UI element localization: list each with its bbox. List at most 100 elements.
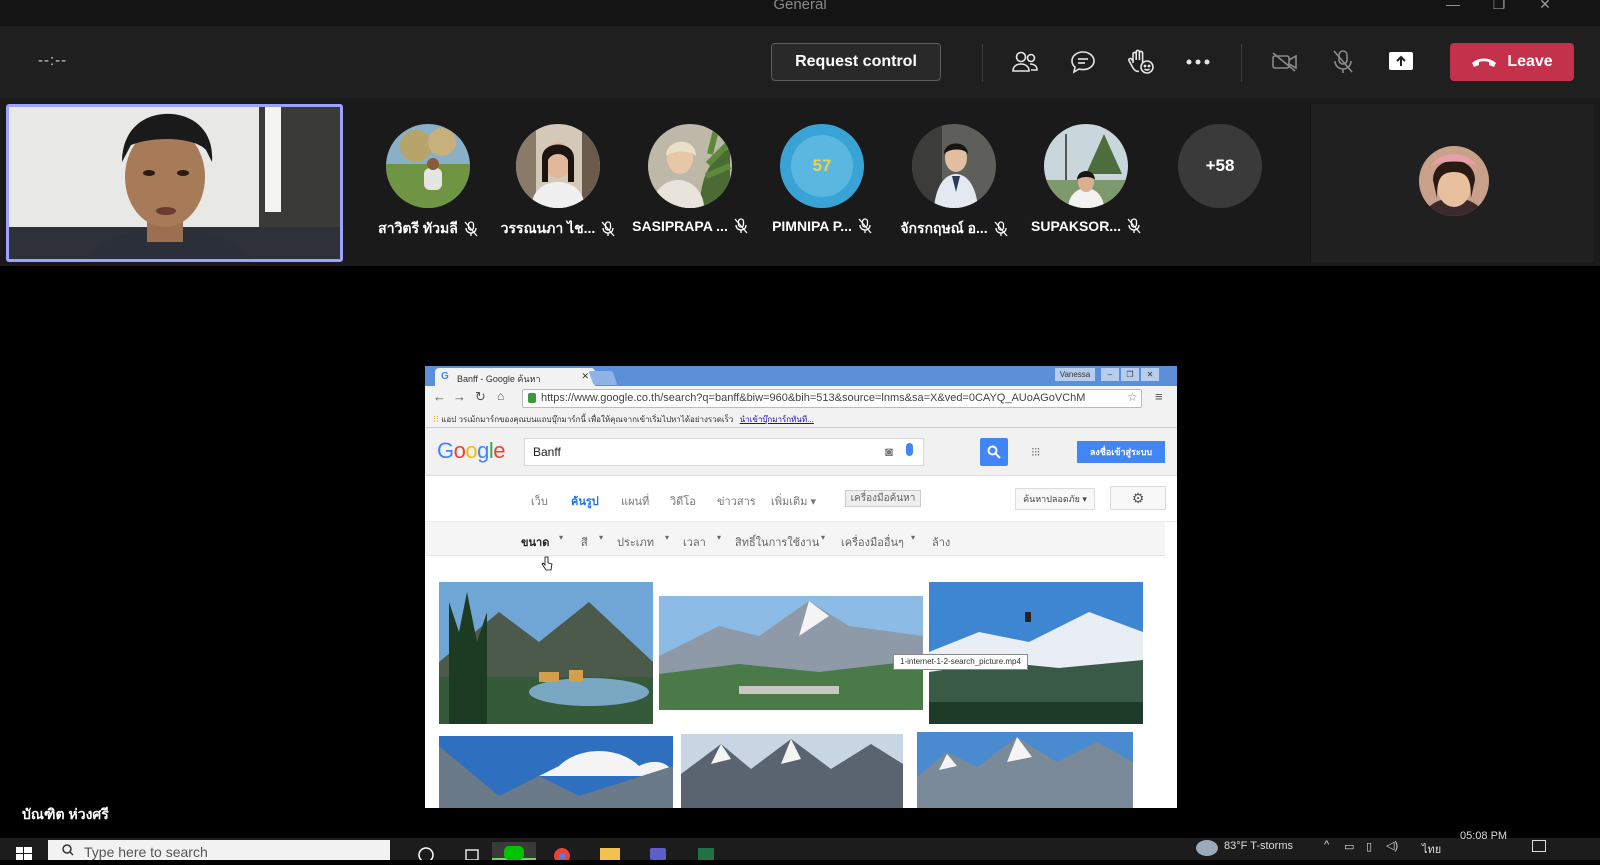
image-result[interactable] [659,596,923,710]
taskbar-search-placeholder: Type here to search [84,844,208,860]
bookmarks-bar: ⁝⁝ แอป วรเม้กมาร์กของคุณบนแถบบุ๊กมาร์กนี… [425,410,1177,428]
chevron-up-icon[interactable]: ^ [1324,839,1329,851]
participant-tile[interactable]: SASIPRAPA ... [624,124,756,234]
self-video-tile[interactable] [6,104,343,262]
filter-clear[interactable]: ล้าง [932,533,950,551]
search-icon [987,445,1001,459]
cortana-icon[interactable] [404,842,448,863]
search-tools-button[interactable]: เครื่องมือค้นหา [845,490,921,507]
network-icon[interactable]: ▭ [1344,840,1354,853]
teams-app-icon[interactable] [636,842,680,860]
windows-taskbar: Type here to search 83°F T-storms ^ ▭ ▯ … [0,830,1600,864]
reload-icon[interactable]: ↻ [475,389,486,405]
image-result[interactable] [917,732,1133,808]
meeting-toolbar: --:-- Request control Leave [0,26,1600,98]
google-search-button[interactable] [980,438,1008,466]
tab-maps[interactable]: แผนที่ [621,492,649,510]
self-video-feed [9,107,340,259]
maximize-icon[interactable]: ❐ [1476,0,1522,16]
pinned-participant-tile[interactable] [1310,104,1594,262]
google-logo[interactable]: Google [437,438,506,464]
lock-icon [528,393,536,403]
more-options-icon[interactable] [1181,46,1215,78]
system-tray: 83°F T-storms ^ ▭ ▯ ◁) ไทย 05:08 PM [1196,830,1600,860]
close-tab-icon[interactable]: ✕ [581,371,589,382]
maximize-icon[interactable]: ❐ [1121,368,1139,381]
filter-usage-rights[interactable]: สิทธิ์ในการใช้งาน [735,533,819,551]
import-bookmarks-link[interactable]: นำเข้าบุ๊กมาร์กทันที... [740,415,814,424]
tab-videos[interactable]: วิดีโอ [670,492,696,510]
participant-tile[interactable]: จักรกฤษณ์ อ... [888,124,1020,240]
tab-images[interactable]: ค้นรูป [571,492,599,526]
camera-off-icon[interactable] [1268,46,1302,78]
forward-arrow-icon[interactable]: → [453,389,466,404]
chrome-profile-badge[interactable]: Vanessa [1055,368,1095,381]
back-arrow-icon[interactable]: ← [433,389,446,404]
gear-icon[interactable]: ⚙ [1110,486,1166,510]
google-apps-icon[interactable]: ⁝⁝⁝ [1031,445,1041,459]
windows-start-icon[interactable] [10,844,40,860]
avatar [912,124,996,208]
new-tab-button[interactable] [588,371,618,385]
mic-off-icon [601,221,615,237]
participant-tile[interactable]: สาวิตรี ทัวมลี [362,124,494,240]
safe-search-dropdown[interactable]: ค้นหาปลอดภัย ▾ [1015,488,1095,510]
leave-label: Leave [1507,53,1553,70]
participant-tile[interactable]: 57 PIMNIPA P... [756,124,888,234]
tab-news[interactable]: ข่าวสาร [717,492,756,510]
apps-grid-icon[interactable]: ⁝⁝ [433,414,441,424]
image-result[interactable] [929,582,1143,724]
more-participants-button[interactable]: +58 [1178,124,1262,208]
home-icon[interactable]: ⌂ [497,389,504,403]
participants-icon[interactable] [1008,46,1042,78]
line-app-icon[interactable] [492,842,536,860]
close-icon[interactable]: ✕ [1141,368,1159,381]
chrome-menu-icon[interactable]: ≡ [1155,389,1163,404]
battery-icon[interactable]: ▯ [1366,840,1372,853]
filter-type[interactable]: ประเภท [617,533,654,551]
excel-app-icon[interactable] [684,842,728,860]
mic-off-icon[interactable] [1326,46,1360,78]
minimize-icon[interactable]: — [1430,0,1476,16]
sign-in-button[interactable]: ลงชื่อเข้าสู่ระบบ [1077,441,1165,463]
google-header: Google Banff ◙ ⁝⁝⁝ ลงชื่อเข้าสู่ระบบ [425,428,1177,476]
task-view-icon[interactable] [450,842,494,861]
voice-search-icon[interactable] [906,443,913,456]
request-control-button[interactable]: Request control [771,43,941,81]
address-bar[interactable]: https://www.google.co.th/search?q=banff&… [522,389,1142,408]
weather-text[interactable]: 83°F T-storms [1224,840,1293,852]
taskbar-search-input[interactable]: Type here to search [48,840,390,860]
image-result[interactable] [681,734,903,808]
close-icon[interactable]: ✕ [1522,0,1568,16]
google-search-input[interactable]: Banff ◙ [524,438,924,466]
minimize-icon[interactable]: – [1101,368,1119,381]
chat-icon[interactable] [1066,46,1100,78]
image-result[interactable] [439,736,673,808]
bookmark-star-icon[interactable]: ☆ [1127,390,1138,404]
tab-web[interactable]: เว็บ [531,492,548,510]
filter-color[interactable]: สี [581,533,588,551]
image-result[interactable] [439,582,653,724]
volume-icon[interactable]: ◁) [1386,839,1398,852]
filter-more-tools[interactable]: เครื่องมืออื่นๆ [841,533,904,551]
tab-more[interactable]: เพิ่มเติม ▾ [771,492,816,510]
input-language[interactable]: ไทย [1422,840,1441,858]
participant-tile[interactable]: วรรณนภา ไช... [492,124,624,240]
camera-search-icon[interactable]: ◙ [885,444,893,459]
chrome-app-icon[interactable] [540,842,584,864]
participant-name: สาวิตรี ทัวมลี [378,220,458,236]
browser-tab[interactable]: G Banff - Google ค้นหา ✕ [435,368,595,386]
file-explorer-icon[interactable] [588,842,632,860]
taskbar-clock[interactable]: 05:08 PM [1460,830,1507,842]
meeting-timer: --:-- [38,52,68,69]
raise-hand-icon[interactable] [1124,46,1158,78]
shared-browser-window[interactable]: G Banff - Google ค้นหา ✕ Vanessa – ❐ ✕ ←… [425,366,1177,808]
search-query: Banff [533,445,561,459]
filter-time[interactable]: เวลา [683,533,706,551]
leave-button[interactable]: Leave [1450,43,1574,81]
search-icon [62,844,74,856]
participant-tile[interactable]: SUPAKSOR... [1020,124,1152,234]
filter-size[interactable]: ขนาด [521,533,549,551]
share-tray-icon[interactable] [1384,46,1418,78]
notifications-icon[interactable] [1532,840,1546,852]
